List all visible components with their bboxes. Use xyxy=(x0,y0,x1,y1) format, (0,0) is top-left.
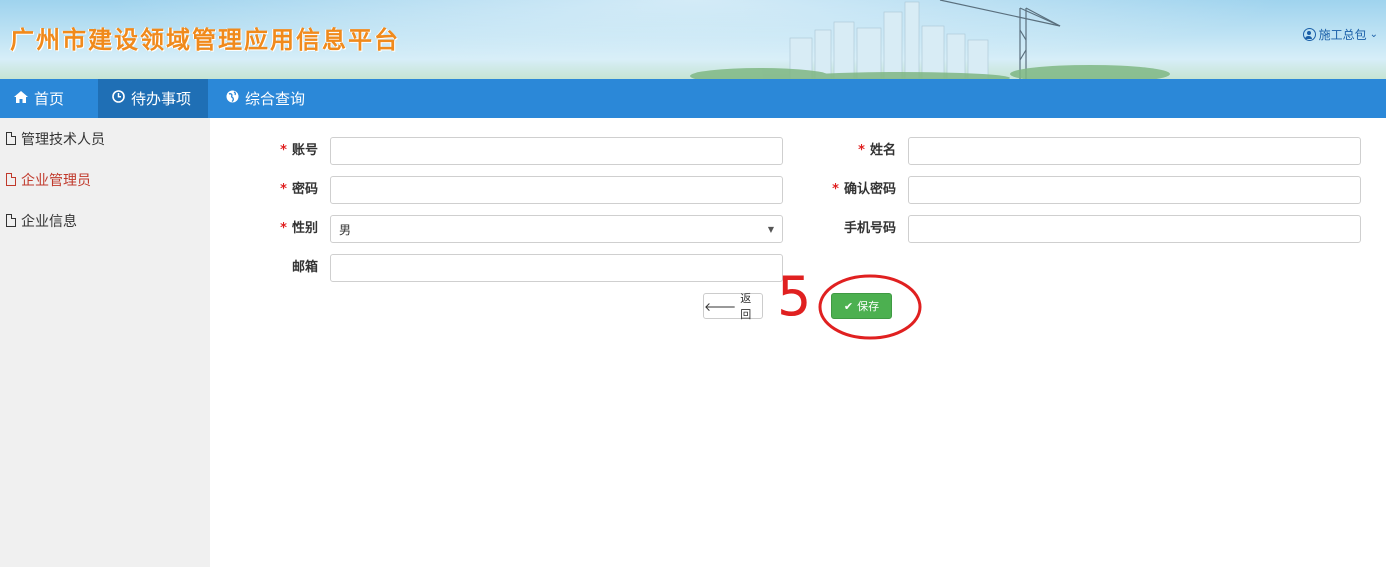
phone-label: 手机号码 xyxy=(843,221,896,236)
skyline-illustration xyxy=(690,0,1170,79)
confirm-password-input[interactable] xyxy=(908,176,1361,204)
arrow-left-icon: 🡐 xyxy=(704,299,737,314)
phone-input[interactable] xyxy=(908,215,1361,243)
required-mark: * xyxy=(280,143,287,158)
email-input[interactable] xyxy=(330,254,783,282)
user-circle-icon xyxy=(1302,28,1316,41)
caret-down-icon: ▼ xyxy=(767,224,774,234)
nav-home[interactable]: 首页 xyxy=(0,79,98,118)
nav-todo-label: 待办事项 xyxy=(131,90,192,108)
user-menu-label: 施工总包 xyxy=(1318,28,1367,42)
required-mark: * xyxy=(280,182,287,197)
chevron-down-icon: ⌄ xyxy=(1369,29,1378,40)
confirm-password-label: * 确认密码 xyxy=(832,182,896,197)
back-button-label: 返回 xyxy=(740,292,752,321)
clock-icon xyxy=(112,90,125,107)
home-icon xyxy=(14,90,28,107)
name-label: * 姓名 xyxy=(858,143,896,158)
header-banner: 广州市建设领域管理应用信息平台 施工总包 ⌄ xyxy=(0,0,1386,79)
name-input[interactable] xyxy=(908,137,1361,165)
gender-select-value: 男 xyxy=(339,222,352,237)
nav-query-label: 综合查询 xyxy=(245,90,306,108)
nav-todo[interactable]: 待办事项 xyxy=(98,79,208,118)
top-nav: 首页 待办事项 综合查询 xyxy=(0,79,1386,118)
step-number-annotation: 5 xyxy=(777,265,812,328)
email-label: 邮箱 xyxy=(291,260,318,275)
user-menu[interactable]: 施工总包 ⌄ xyxy=(1302,26,1378,43)
app-title: 广州市建设领域管理应用信息平台 xyxy=(10,26,400,54)
password-input[interactable] xyxy=(330,176,783,204)
password-label: * 密码 xyxy=(280,182,318,197)
gender-label: * 性别 xyxy=(280,221,318,236)
account-label: * 账号 xyxy=(280,143,318,158)
required-mark: * xyxy=(280,221,287,236)
admin-form: * 账号 * 姓名 * 密码 * 确认密码 * 性别 男 ▼ 手机号码 邮箱 xyxy=(0,118,1386,418)
gender-select[interactable]: 男 ▼ xyxy=(330,215,783,243)
required-mark: * xyxy=(832,182,839,197)
nav-query[interactable]: 综合查询 xyxy=(208,79,328,118)
highlight-circle-annotation xyxy=(818,274,922,340)
nav-home-label: 首页 xyxy=(34,90,65,108)
back-button[interactable]: 🡐 返回 xyxy=(703,292,763,321)
globe-icon xyxy=(226,90,239,107)
required-mark: * xyxy=(858,143,865,158)
account-input[interactable] xyxy=(330,137,783,165)
